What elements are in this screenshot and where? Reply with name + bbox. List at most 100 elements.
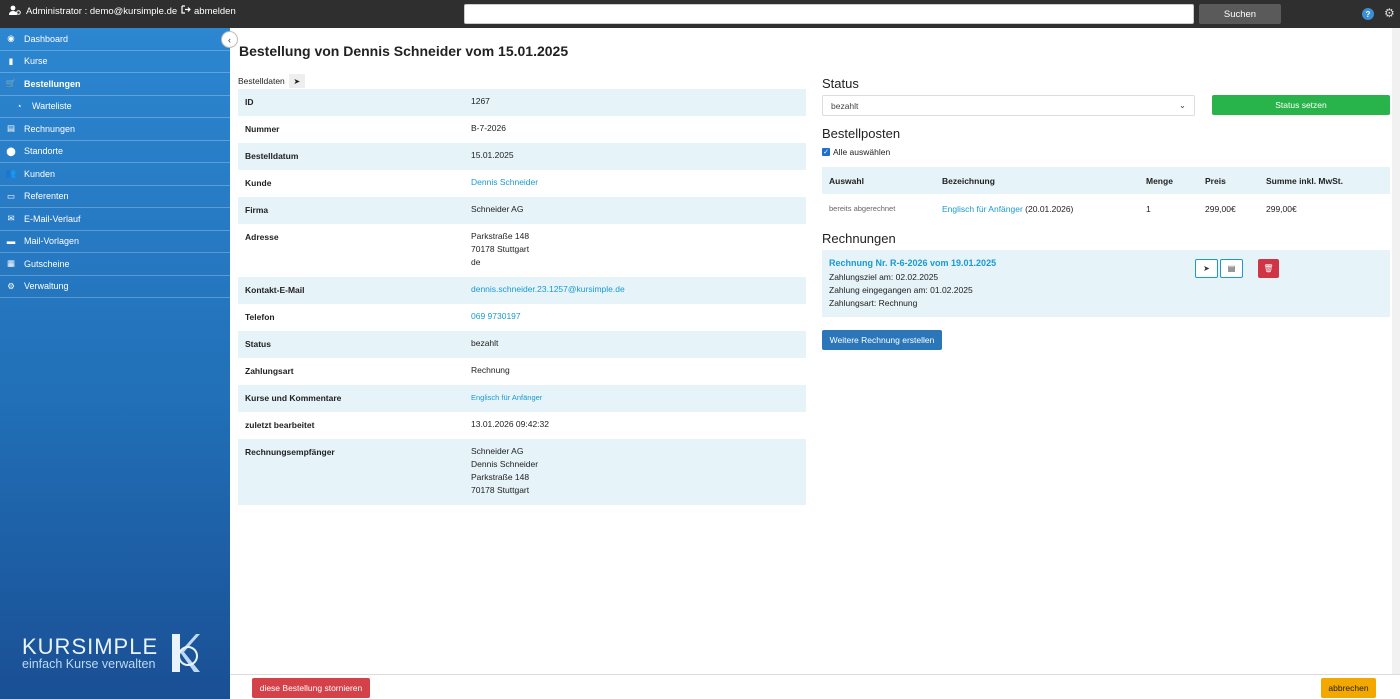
rechnungen-heading: Rechnungen	[822, 231, 896, 246]
sidebar-item-warteliste[interactable]: ◔ Warteliste	[0, 96, 230, 118]
gift-icon: ▦	[6, 258, 16, 269]
map-pin-icon: ⬤	[6, 145, 16, 156]
invoice-delete-button[interactable]: 🗑	[1258, 259, 1279, 278]
sidebar-item-label: Rechnungen	[24, 123, 76, 134]
bestellposten-table: Auswahl Bezeichnung Menge Preis Summe in…	[822, 167, 1390, 223]
column-header-bezeichnung: Bezeichnung	[942, 175, 995, 186]
sidebar-collapse-button[interactable]: ‹	[221, 31, 238, 48]
sidebar-item-label: Bestellungen	[24, 78, 81, 89]
select-all-label: Alle auswählen	[833, 147, 891, 157]
logo-tagline: einfach Kurse verwalten	[22, 656, 156, 671]
course-date: (20.01.2026)	[1022, 203, 1074, 214]
cell-menge: 1	[1146, 203, 1151, 214]
sign-out-icon	[181, 5, 191, 17]
sidebar-item-standorte[interactable]: ⬤ Standorte	[0, 141, 230, 163]
send-paper-plane-icon[interactable]: ➤	[288, 74, 305, 88]
search-input[interactable]	[464, 4, 1194, 24]
detail-value-line: Dennis Schneider	[471, 459, 539, 469]
select-all-checkbox[interactable]: ✓ Alle auswählen	[822, 147, 890, 157]
checkbox-checked-icon[interactable]: ✓	[822, 148, 830, 156]
sidebar-item-bestellungen[interactable]: 🛒 Bestellungen	[0, 73, 230, 96]
sidebar-item-e-mail-verlauf[interactable]: ✉ E-Mail-Verlauf	[0, 208, 230, 231]
detail-value-line: 70178 Stuttgart	[471, 244, 530, 254]
detail-value: Schneider AG Dennis Schneider Parkstraße 1…	[471, 445, 538, 497]
sidebar-item-kurse[interactable]: ▮ Kurse	[0, 51, 230, 73]
mail-template-icon: ▬	[6, 236, 16, 247]
detail-value[interactable]: 069 9730197	[471, 310, 521, 323]
detail-value-line: Parkstraße 148	[471, 472, 530, 482]
detail-tabs: Bestelldaten ➤	[238, 74, 305, 88]
sidebar-item-kunden[interactable]: 👥 Kunden	[0, 163, 230, 186]
sidebar-item-label: Referenten	[24, 191, 69, 202]
table-row: Firma Schneider AG	[238, 197, 806, 224]
column-header-summe: Summe inkl. MwSt.	[1266, 175, 1343, 186]
search-button[interactable]: Suchen	[1199, 4, 1281, 24]
invoice-pdf-button[interactable]: ▤	[1220, 259, 1243, 278]
sidebar-item-mail-vorlagen[interactable]: ▬ Mail-Vorlagen	[0, 231, 230, 253]
paper-plane-icon: ➤	[1203, 264, 1210, 273]
table-row: Kontakt-E-Mail dennis.schneider.23.1257@k…	[238, 277, 806, 304]
clock-icon: ◔	[16, 101, 22, 112]
detail-key: Zahlungsart	[245, 366, 294, 376]
detail-value: 13.01.2026 09:42:32	[471, 419, 549, 429]
top-bar: Administrator : demo@kursimple.de abmeld…	[0, 0, 1400, 28]
sidebar-item-rechnungen[interactable]: ▤ Rechnungen	[0, 118, 230, 141]
detail-value: bezahlt	[471, 338, 499, 348]
status-select[interactable]: bezahlt ⌄	[822, 95, 1195, 116]
dashboard-icon: ◉	[7, 33, 15, 44]
status-select-value: bezahlt	[831, 100, 859, 111]
main-content: Bestellung von Dennis Schneider vom 15.0…	[230, 28, 1400, 674]
detail-value-line: de	[471, 257, 481, 267]
sidebar-item-verwaltung[interactable]: ⚙ Verwaltung	[0, 276, 230, 298]
gear-icon: ⚙	[7, 280, 15, 291]
cell-auswahl: bereits abgerechnet	[829, 204, 896, 213]
detail-key: Telefon	[245, 312, 275, 322]
column-header-preis: Preis	[1205, 175, 1226, 186]
tab-bestelldaten[interactable]: Bestelldaten	[238, 74, 285, 88]
user-info: Administrator : demo@kursimple.de	[9, 5, 177, 18]
sidebar-item-label: Kurse	[24, 56, 48, 67]
cart-icon: 🛒	[5, 78, 17, 89]
column-header-menge: Menge	[1146, 175, 1173, 186]
table-row: Kurse und Kommentare Englisch für Anfänge…	[238, 385, 806, 412]
detail-key: Kontakt-E-Mail	[245, 285, 305, 295]
status-set-button[interactable]: Status setzen	[1212, 95, 1390, 115]
detail-value: Parkstraße 148 70178 Stuttgart de	[471, 230, 529, 269]
sidebar-item-dashboard[interactable]: ◉ Dashboard	[0, 28, 230, 51]
page-scrollbar[interactable]	[1392, 28, 1400, 674]
page-title: Bestellung von Dennis Schneider vom 15.0…	[239, 43, 569, 59]
table-row: ID 1267	[238, 89, 806, 116]
detail-value: 1267	[471, 96, 490, 106]
file-pdf-icon: ▤	[1227, 264, 1236, 273]
help-icon[interactable]: ?	[1362, 8, 1374, 20]
sidebar-item-referenten[interactable]: ▭ Referenten	[0, 186, 230, 208]
table-header-row: Auswahl Bezeichnung Menge Preis Summe in…	[822, 167, 1390, 194]
detail-value[interactable]: Dennis Schneider	[471, 176, 538, 189]
table-row: Kunde Dennis Schneider	[238, 170, 806, 197]
invoice-send-button[interactable]: ➤	[1195, 259, 1218, 278]
detail-value-line: Parkstraße 148	[471, 231, 530, 241]
invoice-zahlungsziel: Zahlungsziel am: 02.02.2025	[829, 272, 939, 282]
table-row: zuletzt bearbeitet 13.01.2026 09:42:32	[238, 412, 806, 439]
abort-button[interactable]: abbrechen	[1321, 678, 1376, 698]
course-link[interactable]: Englisch für Anfänger	[942, 204, 1023, 214]
sidebar-item-label: E-Mail-Verlauf	[24, 213, 81, 224]
invoice-title-link[interactable]: Rechnung Nr. R-6-2026 vom 19.01.2025	[829, 258, 1383, 268]
logout-link[interactable]: abmelden	[181, 5, 236, 17]
cell-summe: 299,00€	[1266, 203, 1297, 214]
sidebar-item-label: Mail-Vorlagen	[24, 236, 80, 247]
sidebar-item-gutscheine[interactable]: ▦ Gutscheine	[0, 253, 230, 276]
cancel-order-button[interactable]: diese Bestellung stornieren	[252, 678, 370, 698]
sidebar-item-label: Warteliste	[32, 101, 72, 112]
settings-gear-icon[interactable]: ⚙	[1384, 6, 1395, 20]
table-row: Zahlungsart Rechnung	[238, 358, 806, 385]
detail-value: 15.01.2025	[471, 150, 514, 160]
detail-value[interactable]: dennis.schneider.23.1257@kursimple.de	[471, 283, 625, 296]
create-invoice-button[interactable]: Weitere Rechnung erstellen	[822, 330, 942, 350]
status-heading: Status	[822, 76, 859, 91]
logo-k-mark-icon	[172, 634, 201, 672]
detail-value[interactable]: Englisch für Anfänger	[471, 391, 542, 404]
table-row: bereits abgerechnet Englisch für Anfänge…	[822, 194, 1390, 223]
table-row: Bestelldatum 15.01.2025	[238, 143, 806, 170]
table-row: Nummer B-7-2026	[238, 116, 806, 143]
